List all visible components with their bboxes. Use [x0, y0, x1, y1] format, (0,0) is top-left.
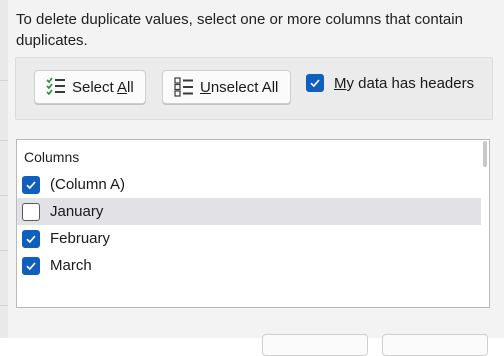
instruction-text: To delete duplicate values, select one o…: [16, 11, 463, 49]
column-row-march[interactable]: March: [17, 252, 481, 279]
ok-button[interactable]: [262, 334, 368, 356]
column-label: January: [50, 203, 104, 220]
grid-line: [0, 80, 8, 81]
checkbox-checked-icon[interactable]: [306, 74, 324, 92]
cancel-button[interactable]: [382, 334, 488, 356]
checkbox-checked-icon[interactable]: [22, 229, 40, 248]
column-label: February: [50, 230, 111, 247]
checkbox-checked-icon[interactable]: [22, 256, 40, 275]
grid-line: [0, 140, 8, 141]
unselect-all-button[interactable]: Unselect All: [162, 70, 291, 104]
my-data-has-headers-label: My data has headers: [334, 74, 475, 92]
checkbox-checked-icon[interactable]: [22, 175, 40, 194]
column-row-column-a[interactable]: (Column A): [17, 171, 481, 198]
sheet-background: [0, 0, 8, 338]
grid-line: [0, 305, 8, 306]
select-all-label: Select All: [72, 78, 134, 96]
column-label: March: [50, 257, 92, 274]
column-row-february[interactable]: February: [17, 225, 481, 252]
column-label: (Column A): [50, 176, 126, 193]
my-data-has-headers-checkbox[interactable]: My data has headers: [306, 72, 474, 94]
grid-line: [0, 250, 8, 251]
remove-duplicates-dialog: To delete duplicate values, select one o…: [8, 0, 504, 356]
column-row-january[interactable]: January: [17, 198, 481, 225]
grid-line: [0, 195, 8, 196]
checkbox-unchecked-icon[interactable]: [22, 202, 40, 221]
scrollbar[interactable]: [483, 141, 487, 167]
select-all-icon: [46, 77, 65, 96]
select-all-button[interactable]: Select All: [34, 70, 146, 104]
selection-toolbar: Select All Unselect All My data has head…: [15, 57, 493, 120]
columns-list: Columns (Column A) January February Marc…: [16, 139, 490, 308]
columns-header: Columns: [24, 149, 80, 165]
unselect-all-icon: [174, 77, 193, 97]
unselect-all-label: Unselect All: [200, 78, 279, 96]
